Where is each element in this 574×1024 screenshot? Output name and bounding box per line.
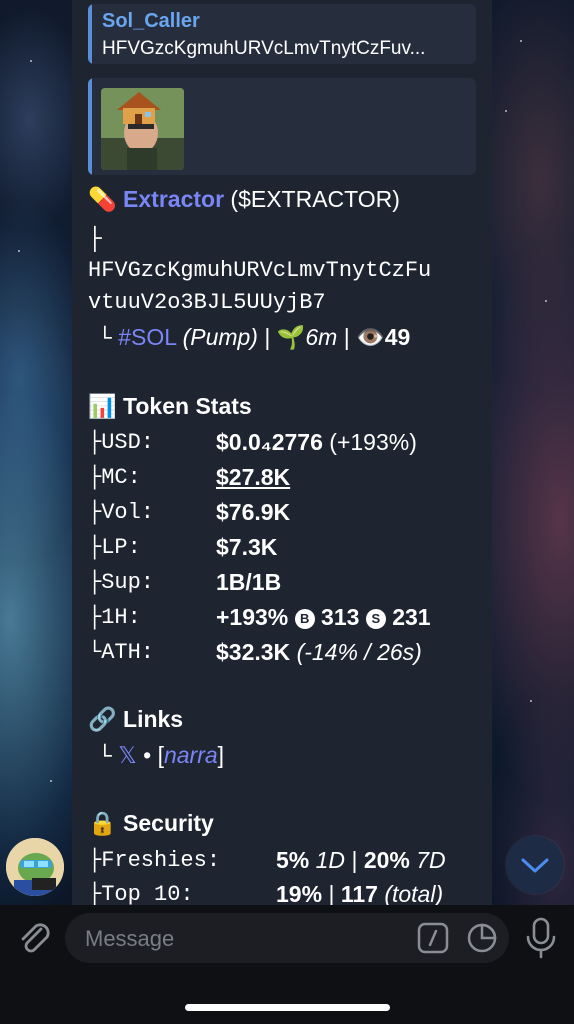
reply-quote[interactable]: Sol_Caller HFVGzcKgmuhURVcLmvTnytCzFuv..… [88,4,476,64]
scroll-to-bottom-button[interactable] [506,836,564,894]
lock-icon: 🔒 [88,810,117,836]
stat-key-sup: ├Sup: [88,570,155,595]
separator: | [264,324,271,350]
token-meta-line: └ #SOL (Pump) | 🌱6m | 👁️49 [88,324,410,352]
stat-key-ath: └ATH: [88,640,155,665]
home-indicator[interactable] [185,1004,390,1011]
pill-icon: 💊 [88,186,117,212]
stat-value-ath: $32.3K (-14% / 26s) [216,639,422,665]
stats-title: 📊 Token Stats [88,393,252,419]
attach-icon[interactable] [14,917,54,959]
tree-end: └ [98,744,112,770]
message-input[interactable]: Message [65,913,509,963]
security-title: 🔒 Security [88,810,214,836]
freshies-key: ├Freshies: [88,848,221,873]
link-icon: 🔗 [88,706,117,732]
sell-icon: S [365,609,386,629]
eye-icon: 👁️ [356,324,385,350]
stat-value-1h: +193% B 313 S 231 [216,604,431,630]
microphone-icon[interactable] [522,915,560,961]
links-title: 🔗 Links [88,706,184,732]
message-placeholder: Message [85,926,175,951]
quote-author: Sol_Caller [102,10,200,32]
buy-icon: B [294,609,315,629]
buy-count: 313 [321,604,360,630]
tree-end: └ [98,326,112,352]
stat-value-vol: $76.9K [216,499,291,525]
stat-key-lp: ├LP: [88,535,141,560]
stat-key-mc: ├MC: [88,465,141,490]
sender-avatar[interactable] [6,838,64,896]
freshies-value: 5% 1D | 20% 7D [276,847,446,873]
stat-key-usd: ├USD: [88,430,155,455]
media-preview[interactable] [88,78,476,175]
separator: | [343,324,350,350]
sell-count: 231 [392,604,431,630]
contract-address-line1[interactable]: HFVGzcKgmuhURVcLmvTnytCzFu [88,258,431,283]
quote-text: HFVGzcKgmuhURVcLmvTnytCzFuv... [102,38,426,59]
stat-key-1h: ├1H: [88,605,141,630]
chevron-down-icon [521,858,549,873]
view-count: 49 [384,324,411,350]
token-image[interactable] [101,88,184,170]
platform-label: (Pump) [182,324,258,350]
x-link[interactable]: 𝕏 [118,742,137,768]
chart-icon: 📊 [88,393,117,419]
contract-address-line2[interactable]: vtuuV2o3BJL5UUyjB7 [88,290,326,315]
token-name-link[interactable]: Extractor [123,186,224,212]
token-header: 💊 Extractor ($EXTRACTOR) [88,186,400,213]
links-line: └ 𝕏 • [narra] [98,742,225,770]
sticker-icon[interactable] [465,921,499,955]
sprout-icon: 🌱 [276,324,306,350]
stat-value-lp: $7.3K [216,534,278,560]
token-ticker: ($EXTRACTOR) [230,186,400,212]
stat-key-vol: ├Vol: [88,500,155,525]
top10-value: 19% | 117 (total) [276,881,444,905]
stat-value-sup: 1B/1B [216,569,282,595]
message-bubble[interactable]: Sol_Caller HFVGzcKgmuhURVcLmvTnytCzFuv..… [72,0,492,905]
narra-link[interactable]: narra [164,742,218,768]
tree-branch: ├ [88,226,102,252]
chain-hashtag[interactable]: #SOL [118,324,176,350]
stat-value-mc-link[interactable]: $27.8K [216,464,290,491]
top10-key: ├Top 10: [88,882,194,905]
stat-value-usd: $0.0₄2776 (+193%) [216,429,417,455]
commands-icon[interactable] [417,922,449,954]
token-age: 6m [305,324,338,350]
